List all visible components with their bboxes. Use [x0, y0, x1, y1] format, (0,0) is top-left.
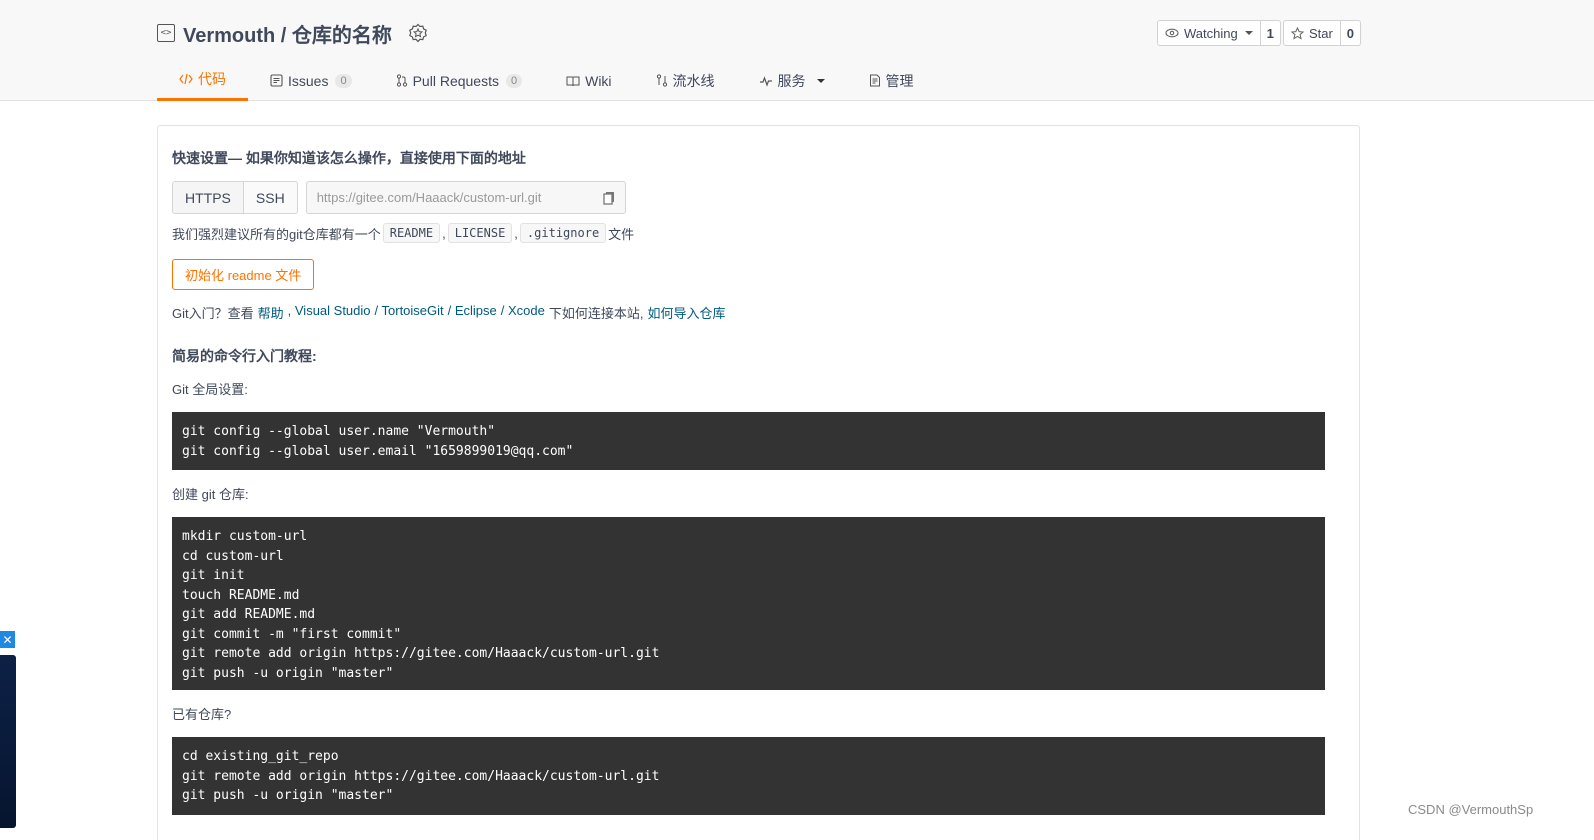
existing-repo-code: cd existing_git_repo git remote add orig…	[172, 737, 1325, 815]
code-line: git config --global user.name "Vermouth"	[182, 424, 496, 439]
ssh-button[interactable]: SSH	[243, 181, 298, 214]
code-line: git commit -m "first commit"	[182, 626, 402, 642]
separator: ,	[514, 225, 518, 241]
issues-icon	[270, 74, 283, 87]
settings-doc-icon	[869, 74, 880, 87]
pr-count-badge: 0	[505, 73, 523, 88]
tab-services[interactable]: 服务	[737, 60, 847, 101]
watermark: CSDN @VermouthSp	[1408, 802, 1534, 817]
eye-icon	[1165, 28, 1179, 38]
code-line: mkdir custom-url	[182, 529, 308, 544]
code-line: git remote add origin https://gitee.com/…	[182, 768, 660, 784]
tab-pipeline[interactable]: 流水线	[634, 60, 737, 101]
chevron-down-icon	[1244, 31, 1253, 35]
code-line: git push -u origin "master"	[182, 788, 394, 803]
watch-button[interactable]: Watching	[1157, 20, 1261, 46]
star-icon	[1291, 26, 1304, 40]
repo-name[interactable]: Vermouth / 仓库的名称	[183, 19, 392, 48]
watch-count[interactable]: 1	[1260, 20, 1281, 46]
code-repo-icon: <>	[157, 24, 175, 42]
tab-label: 管理	[885, 72, 914, 89]
tab-pull-requests[interactable]: Pull Requests 0	[374, 60, 545, 101]
code-line: cd custom-url	[182, 548, 284, 564]
import-repo-link[interactable]: 如何导入仓库	[648, 303, 726, 322]
recommend-text: 我们强烈建议所有的git仓库都有一个 README , LICENSE , .g…	[172, 223, 634, 243]
create-repo-code: mkdir custom-url cd custom-url git init …	[172, 517, 1325, 690]
separator: ,	[442, 225, 446, 241]
help-line: Git入门？查看 帮助 , Visual Studio / TortoiseGi…	[172, 303, 726, 322]
quick-setup-panel: 快速设置— 如果你知道该怎么操作，直接使用下面的地址 HTTPS SSH htt…	[157, 125, 1360, 840]
tab-label: 服务	[777, 72, 806, 89]
code-line: git init	[182, 568, 245, 583]
watch-label: Watching	[1184, 25, 1238, 41]
repo-title-area: <> Vermouth / 仓库的名称	[157, 18, 428, 48]
book-icon	[566, 76, 580, 86]
tab-label: Pull Requests	[412, 72, 499, 89]
https-button[interactable]: HTTPS	[172, 181, 244, 214]
tab-label: Wiki	[585, 72, 612, 89]
tab-label: 代码	[198, 71, 226, 87]
side-ad-banner[interactable]	[0, 655, 16, 828]
recommend-prefix: 我们强烈建议所有的git仓库都有一个	[172, 226, 381, 242]
tab-wiki[interactable]: Wiki	[544, 60, 633, 101]
star-label: Star	[1309, 25, 1333, 41]
readme-chip: README	[382, 223, 441, 243]
code-icon	[179, 73, 193, 85]
tab-label: Issues	[288, 72, 329, 89]
star-button-group: Star 0	[1283, 20, 1361, 46]
recommend-suffix: 文件	[608, 226, 635, 242]
clone-url-text: https://gitee.com/Haaack/custom-url.git	[316, 190, 542, 205]
quick-setup-title: 快速设置— 如果你知道该怎么操作，直接使用下面的地址	[172, 150, 526, 166]
issues-count-badge: 0	[335, 73, 352, 88]
code-line: git config --global user.email "16598990…	[182, 443, 574, 459]
tab-manage[interactable]: 管理	[847, 60, 936, 101]
tutorial-title: 简易的命令行入门教程:	[172, 348, 317, 364]
clone-url-field[interactable]: https://gitee.com/Haaack/custom-url.git	[305, 181, 626, 214]
tortoisegit-link[interactable]: / TortoiseGit	[375, 303, 444, 322]
eclipse-link[interactable]: / Eclipse	[448, 303, 497, 322]
create-repo-label: 创建 git 仓库:	[172, 487, 249, 502]
pulse-icon	[759, 75, 772, 87]
pipeline-icon	[656, 74, 667, 87]
help-link[interactable]: 帮助	[258, 303, 284, 322]
code-line: touch README.md	[182, 587, 300, 603]
global-settings-code: git config --global user.name "Vermouth"…	[172, 412, 1325, 470]
code-line: git push -u origin "master"	[182, 665, 394, 681]
pull-request-icon	[396, 74, 407, 87]
code-line: git remote add origin https://gitee.com/…	[182, 646, 660, 661]
code-line: git add README.md	[182, 607, 316, 622]
copy-icon[interactable]	[603, 191, 615, 205]
code-line: cd existing_git_repo	[182, 749, 339, 764]
watch-button-group: Watching 1	[1157, 20, 1281, 46]
star-count[interactable]: 0	[1340, 20, 1361, 46]
help-prefix: Git入门？查看	[172, 306, 254, 321]
repo-tabs: 代码 Issues 0 Pull Requests 0 Wiki 流水线 服务 …	[157, 60, 936, 101]
help-middle: 下如何连接本站,	[548, 306, 644, 321]
gitignore-chip: .gitignore	[519, 223, 607, 243]
init-readme-button[interactable]: 初始化 readme 文件	[172, 259, 315, 290]
tab-issues[interactable]: Issues 0	[248, 60, 374, 101]
xcode-link[interactable]: / Xcode	[501, 303, 545, 322]
global-settings-label: Git 全局设置:	[172, 382, 248, 397]
protocol-switcher: HTTPS SSH https://gitee.com/Haaack/custo…	[172, 181, 626, 214]
chevron-down-icon	[816, 78, 825, 83]
visual-studio-link[interactable]: , Visual Studio	[288, 303, 371, 322]
tab-code[interactable]: 代码	[157, 60, 248, 101]
repo-header: <> Vermouth / 仓库的名称 Watching 1 Star 0 代码…	[0, 0, 1594, 101]
tab-label: 流水线	[672, 72, 715, 89]
existing-repo-label: 已有仓库?	[172, 707, 232, 722]
close-icon[interactable]: ✕	[0, 631, 15, 648]
recommend-badge-icon[interactable]	[408, 23, 428, 43]
star-button[interactable]: Star	[1283, 20, 1341, 46]
license-chip: LICENSE	[447, 223, 513, 243]
